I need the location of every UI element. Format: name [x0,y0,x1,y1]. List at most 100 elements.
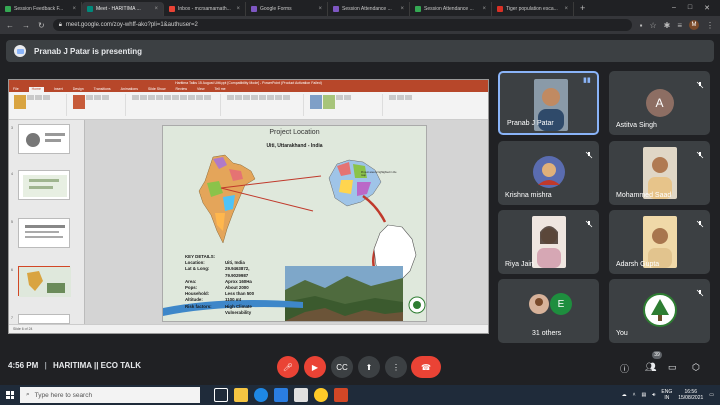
slide-thumbnail[interactable] [18,170,70,200]
browser-tab[interactable]: Session Attendance ... × [328,2,410,16]
network-icon[interactable]: ▤ [642,392,647,398]
participant-avatar: E [550,293,572,315]
extension-icon[interactable]: ✱ [664,21,671,30]
participant-avatar [533,156,565,188]
language-indicator[interactable]: ENG IN [661,389,672,401]
mic-off-icon [696,215,704,228]
camera-toggle-button[interactable]: ▶ [304,356,326,378]
ribbon-group-clipboard [11,94,67,116]
reload-icon[interactable]: ↻ [38,21,45,30]
key-details: KEY DETAILS: Location: Uiti, India Lat & … [185,254,269,316]
captions-button[interactable]: CC [331,356,353,378]
camera-icon[interactable]: ▪ [640,21,643,30]
new-tab-icon[interactable]: + [574,3,591,13]
back-icon[interactable]: ← [6,21,14,30]
leave-call-button[interactable]: ☎ [411,356,441,378]
close-window-icon[interactable]: ✕ [704,4,710,12]
task-view-icon[interactable] [214,388,228,402]
maximize-icon[interactable]: □ [688,4,692,12]
participant-tile[interactable]: Mohammed Saad [609,141,710,205]
mic-off-icon [696,284,704,297]
meeting-controls-bar: 4:56 PM | HARITIMA || ECO TALK 🎤︎ ▶ CC ⬆… [0,348,720,384]
ribbon-tab[interactable]: Review [176,87,187,92]
participant-tile[interactable]: A Astitva Singh [609,71,710,135]
close-tab-icon[interactable]: × [564,6,568,12]
search-icon: ⌕ [26,391,30,398]
volume-icon[interactable]: 🔊︎ [652,392,655,398]
present-button[interactable]: ⬆ [358,356,380,378]
news-icon [497,6,503,12]
ribbon-tab[interactable]: View [197,87,205,92]
mic-toggle-button[interactable]: 🎤︎ [277,356,299,378]
mail-icon[interactable] [294,388,308,402]
sheets-icon [415,6,421,12]
close-tab-icon[interactable]: × [72,6,76,12]
menu-icon[interactable]: ≡ [677,21,682,30]
chrome-icon[interactable] [314,388,328,402]
taskbar-clock[interactable]: 16:56 15/08/2021 [678,389,703,401]
edge-icon[interactable] [254,388,268,402]
profile-avatar[interactable]: M [689,20,699,30]
participant-tile[interactable]: Riya Jain [498,210,599,274]
chevron-up-icon[interactable]: ˄ [633,392,636,398]
slide-thumbnail[interactable] [18,314,70,324]
chat-icon[interactable]: ▭ [668,362,677,373]
activities-icon[interactable]: ⬡ [692,362,700,373]
browser-tab-active[interactable]: Meet - HARITIMA ... × [82,2,164,16]
more-options-icon[interactable]: ⋮ [706,21,714,30]
slide-thumbnail[interactable] [18,124,70,154]
store-icon[interactable] [274,388,288,402]
ribbon-tab[interactable]: File [13,87,19,92]
participant-tile[interactable]: Adarsh Gupta [609,210,710,274]
slide-thumbnail[interactable] [18,218,70,248]
participant-tile[interactable]: Krishna mishra [498,141,599,205]
url-field[interactable]: 🔒︎ meet.google.com/zoy-whff-ako?pli=1&au… [52,19,632,31]
others-tile[interactable]: E 31 others [498,279,599,343]
self-tile[interactable]: You [609,279,710,343]
ribbon-tab[interactable]: Design [73,87,84,92]
mic-off-icon: 🎤︎ [282,362,294,372]
file-explorer-icon[interactable] [234,388,248,402]
self-avatar [643,293,677,327]
ribbon-tab[interactable]: Tell me [215,87,226,92]
slide-thumbnail-selected[interactable] [18,266,71,297]
browser-tab[interactable]: Session Feedback F... × [0,2,82,16]
people-icon[interactable]: 👥︎ [645,362,656,373]
taskbar-search[interactable]: ⌕ Type here to search [20,387,200,403]
slide-thumbnails: 3 4 5 6 7 [9,120,85,324]
browser-tab[interactable]: Inbox - mcrsamarnath... × [164,2,246,16]
close-tab-icon[interactable]: × [154,6,158,12]
ribbon-tab[interactable]: Insert [54,87,63,92]
notifications-icon[interactable]: ▭ [709,392,714,398]
browser-tab[interactable]: Session Attendance ... × [410,2,492,16]
forward-icon[interactable]: → [22,21,30,30]
ribbon-tab[interactable]: Animations [121,87,138,92]
browser-tab[interactable]: Tiger population esca... × [492,2,574,16]
minimize-icon[interactable]: – [672,4,676,12]
camera-off-icon: ▶ [311,362,319,372]
present-icon: ⬆ [365,362,373,372]
participant-avatar [529,294,549,314]
present-screen-icon [14,45,26,57]
close-tab-icon[interactable]: × [318,6,322,12]
star-icon[interactable]: ☆ [649,21,656,30]
meeting-info: 4:56 PM | HARITIMA || ECO TALK [8,361,141,370]
close-tab-icon[interactable]: × [482,6,486,12]
more-vert-icon: ⋮ [392,362,400,372]
weather-icon[interactable]: ☁ [622,392,627,398]
os-taskbar: ⌕ Type here to search ☁ ˄ ▤ 🔊︎ ENG IN 16… [0,385,720,405]
ribbon-group-slides [70,94,126,116]
participant-tile[interactable]: ▮▮ Pranab J Patar [498,71,599,135]
start-button[interactable] [0,385,20,405]
close-tab-icon[interactable]: × [400,6,404,12]
current-slide: Project Location Uiti, Uttarakhand - Ind… [162,125,427,322]
meeting-details-icon[interactable]: ⓘ [620,362,629,375]
mic-off-icon [585,146,593,159]
more-options-button[interactable]: ⋮ [385,356,407,378]
ribbon-tab[interactable]: Slide Show [148,87,166,92]
close-tab-icon[interactable]: × [236,6,240,12]
ribbon-tab[interactable]: Home [28,87,44,92]
browser-tab[interactable]: Google Forms × [246,2,328,16]
ribbon-tab[interactable]: Transitions [94,87,111,92]
powerpoint-icon[interactable] [334,388,348,402]
